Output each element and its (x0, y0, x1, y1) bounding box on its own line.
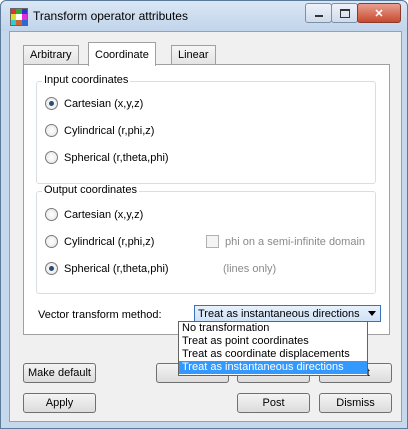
checkbox-icon[interactable] (206, 235, 219, 248)
output-spherical-label: Spherical (r,theta,phi) (64, 262, 169, 275)
vector-transform-dropdown-list: No transformation Treat as point coordin… (178, 321, 368, 376)
vector-transform-select[interactable]: Treat as instantaneous directions (194, 305, 381, 322)
input-cartesian-label: Cartesian (x,y,z) (64, 97, 144, 110)
close-icon: ✕ (374, 7, 384, 20)
dismiss-button[interactable]: Dismiss (319, 393, 392, 413)
input-spherical-label: Spherical (r,theta,phi) (64, 151, 169, 164)
minimize-button[interactable] (305, 3, 332, 23)
tab-arbitrary[interactable]: Arbitrary (23, 45, 79, 64)
semi-infinite-domain-label: phi on a semi-infinite domain (225, 235, 366, 248)
input-coordinates-group: Input coordinates Cartesian (x,y,z) Cyli… (36, 74, 376, 184)
coordinate-tab-panel: Input coordinates Cartesian (x,y,z) Cyli… (23, 64, 390, 335)
vector-transform-label: Vector transform method: (38, 309, 162, 321)
tab-coordinate[interactable]: Coordinate (88, 42, 156, 66)
post-button[interactable]: Post (237, 393, 310, 413)
radio-button-icon[interactable] (45, 97, 58, 110)
input-cartesian-radio[interactable]: Cartesian (x,y,z) (45, 97, 143, 110)
output-cylindrical-label: Cylindrical (r,phi,z) (64, 235, 155, 248)
maximize-button[interactable] (331, 3, 358, 23)
input-cylindrical-radio[interactable]: Cylindrical (r,phi,z) (45, 124, 154, 137)
output-coordinates-title: Output coordinates (42, 184, 139, 196)
title-bar[interactable]: Transform operator attributes ✕ (1, 1, 407, 31)
radio-button-icon[interactable] (45, 151, 58, 164)
window-title: Transform operator attributes (33, 9, 188, 23)
minimize-icon (314, 15, 323, 17)
apply-button[interactable]: Apply (23, 393, 96, 413)
dropdown-option-point-coordinates[interactable]: Treat as point coordinates (179, 335, 367, 348)
radio-button-icon[interactable] (45, 235, 58, 248)
dropdown-option-instantaneous-directions[interactable]: Treat as instantaneous directions (179, 361, 367, 374)
input-coordinates-title: Input coordinates (42, 74, 131, 86)
radio-button-icon[interactable] (45, 208, 58, 221)
semi-infinite-domain-checkbox[interactable]: phi on a semi-infinite domain (206, 235, 365, 248)
output-spherical-radio[interactable]: Spherical (r,theta,phi) (45, 262, 169, 275)
app-icon (10, 8, 28, 26)
input-cylindrical-label: Cylindrical (r,phi,z) (64, 124, 155, 137)
input-spherical-radio[interactable]: Spherical (r,theta,phi) (45, 151, 169, 164)
close-button[interactable]: ✕ (357, 3, 401, 23)
dropdown-option-no-transformation[interactable]: No transformation (179, 322, 367, 335)
tab-linear[interactable]: Linear (171, 45, 216, 64)
dropdown-option-coordinate-displacements[interactable]: Treat as coordinate displacements (179, 348, 367, 361)
vector-transform-selected-value: Treat as instantaneous directions (198, 307, 360, 320)
radio-button-icon[interactable] (45, 262, 58, 275)
make-default-button[interactable]: Make default (23, 363, 96, 383)
output-cylindrical-radio[interactable]: Cylindrical (r,phi,z) (45, 235, 154, 248)
dropdown-arrow-icon[interactable] (368, 311, 376, 316)
output-coordinates-group: Output coordinates Cartesian (x,y,z) Cyl… (36, 184, 376, 294)
radio-button-icon[interactable] (45, 124, 58, 137)
output-cartesian-radio[interactable]: Cartesian (x,y,z) (45, 208, 143, 221)
maximize-icon (339, 8, 350, 18)
output-cartesian-label: Cartesian (x,y,z) (64, 208, 144, 221)
lines-only-note: (lines only) (223, 263, 277, 275)
